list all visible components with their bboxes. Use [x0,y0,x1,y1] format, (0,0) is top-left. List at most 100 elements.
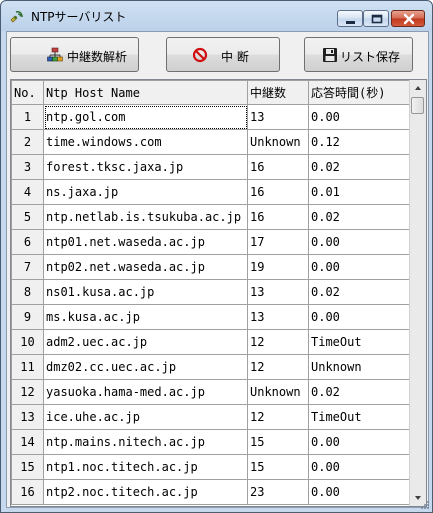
table-row[interactable]: 5 ntp.netlab.is.tsukuba.ac.jp 16 0.02 [11,204,410,230]
prohibited-icon [192,47,208,63]
relay-count-cell[interactable]: 13 [247,104,309,130]
table-row[interactable]: 13 ice.uhe.ac.jp 12 TimeOut [11,404,410,430]
column-header-relays[interactable]: 中継数 [247,80,309,105]
maximize-button[interactable] [363,10,389,27]
minimize-button[interactable] [337,10,363,27]
response-time-cell[interactable]: TimeOut [308,329,410,355]
relay-count-cell[interactable]: 15 [247,429,309,455]
row-number-cell[interactable]: 16 [11,479,44,505]
relay-count-cell[interactable]: 15 [247,454,309,480]
row-number-cell[interactable]: 14 [11,429,44,455]
relay-count-cell[interactable]: 17 [247,229,309,255]
response-time-cell[interactable]: 0.00 [308,479,410,505]
row-number-cell[interactable]: 7 [11,254,44,280]
host-name-cell[interactable]: time.windows.com [43,129,248,155]
table-row[interactable]: 1 ntp.gol.com 13 0.00 [11,104,410,130]
response-time-cell[interactable]: 0.00 [308,104,410,130]
response-time-cell[interactable]: 0.00 [308,229,410,255]
host-name-cell[interactable]: ns01.kusa.ac.jp [43,279,248,305]
table-row[interactable]: 12 yasuoka.hama-med.ac.jp Unknown 0.02 [11,379,410,405]
response-time-cell[interactable]: 0.02 [308,204,410,230]
host-name-cell[interactable]: ntp.mains.nitech.ac.jp [43,429,248,455]
host-name-cell[interactable]: dmz02.cc.uec.ac.jp [43,354,248,380]
row-number-cell[interactable]: 15 [11,454,44,480]
row-number-cell[interactable]: 11 [11,354,44,380]
relay-count-cell[interactable]: 16 [247,154,309,180]
vertical-scrollbar[interactable] [409,80,426,506]
table-row[interactable]: 8 ns01.kusa.ac.jp 13 0.02 [11,279,410,305]
scroll-up-button[interactable] [410,80,426,96]
relay-count-cell[interactable]: 19 [247,254,309,280]
row-number-cell[interactable]: 6 [11,229,44,255]
host-name-cell[interactable]: ntp02.net.waseda.ac.jp [43,254,248,280]
response-time-cell[interactable]: 0.02 [308,154,410,180]
row-number-cell[interactable]: 13 [11,404,44,430]
resize-grip-icon[interactable] [420,500,430,510]
response-time-cell[interactable]: 0.01 [308,179,410,205]
relay-count-cell[interactable]: Unknown [247,129,309,155]
relay-count-cell[interactable]: 16 [247,179,309,205]
table-row[interactable]: 4 ns.jaxa.jp 16 0.01 [11,179,410,205]
response-time-cell[interactable]: 0.12 [308,129,410,155]
host-name-cell[interactable]: yasuoka.hama-med.ac.jp [43,379,248,405]
host-name-cell[interactable]: ice.uhe.ac.jp [43,404,248,430]
table-row[interactable]: 3 forest.tksc.jaxa.jp 16 0.02 [11,154,410,180]
relay-analysis-label: 中継数解析 [67,50,128,64]
table-row[interactable]: 6 ntp01.net.waseda.ac.jp 17 0.00 [11,229,410,255]
response-time-cell[interactable]: 0.02 [308,379,410,405]
host-name-cell[interactable]: forest.tksc.jaxa.jp [43,154,248,180]
relay-count-cell[interactable]: 23 [247,479,309,505]
column-header-no[interactable]: No. [11,80,44,105]
table-row[interactable]: 11 dmz02.cc.uec.ac.jp 12 Unknown [11,354,410,380]
table-row[interactable]: 10 adm2.uec.ac.jp 12 TimeOut [11,329,410,355]
save-list-button[interactable]: リスト保存 [304,37,413,72]
response-time-cell[interactable]: Unknown [308,354,410,380]
column-header-host[interactable]: Ntp Host Name [43,80,248,105]
title-bar[interactable]: NTPサーバリスト [1,1,432,31]
table-row[interactable]: 7 ntp02.net.waseda.ac.jp 19 0.00 [11,254,410,280]
response-time-cell[interactable]: 0.00 [308,429,410,455]
host-name-cell[interactable]: adm2.uec.ac.jp [43,329,248,355]
host-name-cell[interactable]: ms.kusa.ac.jp [43,304,248,330]
host-name-cell[interactable]: ntp1.noc.titech.ac.jp [43,454,248,480]
host-name-cell[interactable]: ntp.gol.com [43,104,248,130]
response-time-cell[interactable]: TimeOut [308,404,410,430]
host-name-cell[interactable]: ntp01.net.waseda.ac.jp [43,229,248,255]
column-header-response[interactable]: 応答時間(秒) [308,80,410,105]
host-name-cell[interactable]: ns.jaxa.jp [43,179,248,205]
table-row[interactable]: 16 ntp2.noc.titech.ac.jp 23 0.00 [11,479,410,505]
relay-count-cell[interactable]: 12 [247,354,309,380]
response-time-cell[interactable]: 0.00 [308,254,410,280]
row-number-cell[interactable]: 2 [11,129,44,155]
row-number-cell[interactable]: 1 [11,104,44,130]
row-number-cell[interactable]: 4 [11,179,44,205]
relay-count-cell[interactable]: Unknown [247,379,309,405]
row-number-cell[interactable]: 10 [11,329,44,355]
response-time-cell[interactable]: 0.02 [308,279,410,305]
relay-count-cell[interactable]: 13 [247,279,309,305]
close-button[interactable] [391,10,425,27]
relay-count-cell[interactable]: 13 [247,304,309,330]
scroll-thumb[interactable] [411,97,424,114]
host-name-cell[interactable]: ntp2.noc.titech.ac.jp [43,479,248,505]
response-time-cell[interactable]: 0.00 [308,454,410,480]
relay-count-cell[interactable]: 16 [247,204,309,230]
table-row[interactable]: 15 ntp1.noc.titech.ac.jp 15 0.00 [11,454,410,480]
row-number-cell[interactable]: 3 [11,154,44,180]
client-area: 中継数解析 中 断 リスト保存 No. Ntp Host Name 中継数 応答… [6,31,429,508]
row-number-cell[interactable]: 8 [11,279,44,305]
relay-count-cell[interactable]: 12 [247,404,309,430]
row-number-cell[interactable]: 12 [11,379,44,405]
table-row[interactable]: 14 ntp.mains.nitech.ac.jp 15 0.00 [11,429,410,455]
table-row[interactable]: 2 time.windows.com Unknown 0.12 [11,129,410,155]
host-name-cell[interactable]: ntp.netlab.is.tsukuba.ac.jp [43,204,248,230]
table-row[interactable]: 9 ms.kusa.ac.jp 13 0.00 [11,304,410,330]
relay-analysis-button[interactable]: 中継数解析 [10,37,139,72]
stop-button[interactable]: 中 断 [166,37,280,72]
row-number-cell[interactable]: 9 [11,304,44,330]
ntp-server-grid[interactable]: No. Ntp Host Name 中継数 応答時間(秒) 1 ntp.gol.c… [10,79,427,507]
relay-count-cell[interactable]: 12 [247,329,309,355]
response-time-cell[interactable]: 0.00 [308,304,410,330]
row-number-cell[interactable]: 5 [11,204,44,230]
save-list-label: リスト保存 [340,50,401,64]
